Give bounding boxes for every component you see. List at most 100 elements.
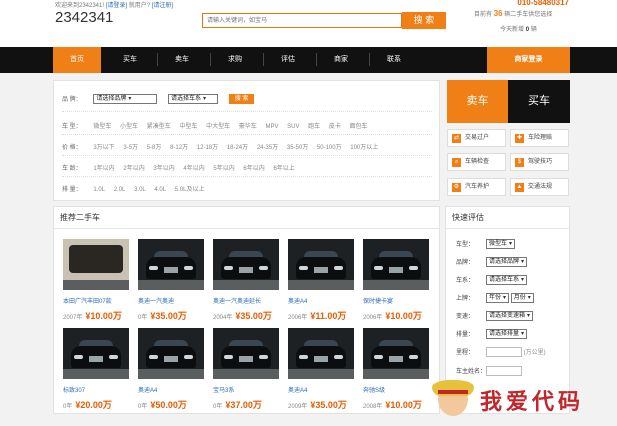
price-option[interactable]: 100万以上 (350, 145, 378, 151)
service-maintenance[interactable]: ⚙ 汽车养护 (447, 178, 506, 196)
car-card[interactable]: 奥迪一汽奥迪 0年 ¥35.00万 (138, 239, 204, 322)
car-photo[interactable] (63, 328, 129, 379)
car-name[interactable]: 本田广汽丰田07款 (63, 296, 129, 305)
car-name[interactable]: 标致307 (63, 385, 129, 394)
car-card[interactable]: 奥迪一汽奥迪延长 2004年 ¥35.00万 (213, 239, 279, 322)
price-option[interactable]: 35-50万 (287, 145, 308, 151)
car-photo[interactable] (213, 328, 279, 379)
nav-dealers[interactable]: 商家 (317, 47, 365, 73)
car-card[interactable]: 奥迪A4 2009年 ¥35.00万 (288, 328, 354, 411)
car-name[interactable]: 宝马3系 (213, 385, 279, 394)
sell-car-tab[interactable]: 卖车 (447, 80, 508, 123)
search-input[interactable] (204, 14, 400, 27)
val-year-select[interactable]: 年份 (486, 293, 510, 304)
service-transfer[interactable]: ⇄ 交易过户 (447, 129, 506, 147)
car-photo[interactable] (213, 239, 279, 290)
displacement-option[interactable]: 1.0L (93, 187, 105, 193)
nav-sell[interactable]: 卖车 (158, 47, 206, 73)
brand-select[interactable]: 请选择品牌 (93, 94, 158, 105)
car-photo[interactable] (363, 328, 429, 379)
age-option[interactable]: 1年以内 (93, 166, 114, 172)
filter-search-button[interactable]: 搜 索 (228, 94, 255, 105)
price-option[interactable]: 3万以下 (93, 145, 114, 151)
age-option[interactable]: 6年以上 (273, 166, 294, 172)
car-card[interactable]: 标致307 0年 ¥20.00万 (63, 328, 129, 411)
car-photo[interactable] (138, 239, 204, 290)
car-photo[interactable] (288, 239, 354, 290)
service-inspection[interactable]: ⌕ 车辆检查 (447, 153, 506, 171)
car-price: ¥10.00万 (385, 311, 422, 321)
price-option[interactable]: 24-35万 (257, 145, 278, 151)
nav-contact[interactable]: 联系 (370, 47, 418, 73)
displacement-option[interactable]: 3.0L (134, 187, 146, 193)
car-photo[interactable] (363, 239, 429, 290)
val-type-label: 车型： (456, 242, 475, 248)
price-option[interactable]: 5-8万 (147, 145, 162, 151)
displacement-option[interactable]: 2.0L (114, 187, 126, 193)
series-select[interactable]: 请选择车系 (168, 94, 219, 105)
val-month-select[interactable]: 月份 (510, 293, 534, 304)
type-option[interactable]: MPV (265, 124, 278, 130)
site-logo[interactable]: 2342341 (55, 9, 113, 26)
val-type-select[interactable]: 微型车 (486, 239, 516, 250)
owner-name-input[interactable] (486, 366, 522, 377)
buy-car-tab[interactable]: 买车 (508, 80, 570, 123)
nav-wanted[interactable]: 求购 (211, 47, 259, 73)
car-photo[interactable] (288, 328, 354, 379)
car-card[interactable]: 奥迪A4 2006年 ¥11.00万 (288, 239, 354, 322)
type-option[interactable]: 跑车 (308, 124, 320, 130)
price-option[interactable]: 8-12万 (170, 145, 188, 151)
nav-home[interactable]: 首页 (53, 47, 101, 73)
car-card[interactable]: 奔驰S级 2008年 ¥10.00万 (363, 328, 429, 411)
mileage-input[interactable] (486, 347, 522, 358)
age-option[interactable]: 3年以内 (153, 166, 174, 172)
nav-evaluate[interactable]: 评估 (264, 47, 312, 73)
age-option[interactable]: 5年以内 (213, 166, 234, 172)
service-claims[interactable]: ✚ 车险理赔 (510, 129, 569, 147)
price-option[interactable]: 50-100万 (317, 145, 342, 151)
displacement-option[interactable]: 5.0L及以上 (175, 187, 205, 193)
dealer-login-button[interactable]: 商家登录 (487, 47, 570, 73)
car-photo[interactable] (63, 239, 129, 290)
val-series-select[interactable]: 请选择车系 (486, 275, 528, 286)
car-card[interactable]: 本田广汽丰田07款 2007年 ¥10.00万 (63, 239, 129, 322)
car-year: 0年 (213, 404, 223, 410)
type-option[interactable]: 皮卡 (329, 124, 341, 130)
type-option[interactable]: 微型车 (93, 124, 111, 130)
car-card[interactable]: 保时捷卡宴 2006年 ¥10.00万 (363, 239, 429, 322)
type-option[interactable]: 小型车 (120, 124, 138, 130)
type-option[interactable]: 紧凑型车 (147, 124, 171, 130)
car-name[interactable]: 奥迪A4 (138, 385, 204, 394)
val-gear-select[interactable]: 请选择变速箱 (486, 311, 534, 322)
car-name[interactable]: 奥迪一汽奥迪延长 (213, 296, 279, 305)
car-photo[interactable] (138, 328, 204, 379)
type-option[interactable]: 豪华车 (239, 124, 257, 130)
displacement-option[interactable]: 4.0L (154, 187, 166, 193)
car-name[interactable]: 奥迪A4 (288, 385, 354, 394)
service-traffic-law[interactable]: ▲ 交通法规 (510, 178, 569, 196)
price-option[interactable]: 12-18万 (197, 145, 218, 151)
car-name[interactable]: 奥迪一汽奥迪 (138, 296, 204, 305)
val-displacement-select[interactable]: 请选择排量 (486, 329, 528, 340)
car-card[interactable]: 宝马3系 0年 ¥37.00万 (213, 328, 279, 411)
type-option[interactable]: 面包车 (350, 124, 368, 130)
val-owner-label: 车主姓名： (456, 369, 487, 375)
price-option[interactable]: 3-5万 (123, 145, 138, 151)
watermark-text: 我爱代码 (480, 390, 585, 415)
age-option[interactable]: 6年以内 (243, 166, 264, 172)
type-option[interactable]: 中大型车 (206, 124, 230, 130)
car-name[interactable]: 奥迪A4 (288, 296, 354, 305)
car-name[interactable]: 奔驰S级 (363, 385, 429, 394)
service-driving-tips[interactable]: $ 驾驶技巧 (510, 153, 569, 171)
val-brand-select[interactable]: 请选择品牌 (486, 257, 528, 268)
car-name[interactable]: 保时捷卡宴 (363, 296, 429, 305)
price-option[interactable]: 18-24万 (227, 145, 248, 151)
age-option[interactable]: 4年以内 (183, 166, 204, 172)
welcome-text: 欢迎来到2342341! [请登录] 就用户? [请注册] (55, 0, 173, 9)
type-option[interactable]: SUV (287, 124, 299, 130)
car-card[interactable]: 奥迪A4 0年 ¥50.00万 (138, 328, 204, 411)
age-option[interactable]: 2年以内 (123, 166, 144, 172)
nav-buy[interactable]: 买车 (106, 47, 154, 73)
type-option[interactable]: 中型车 (179, 124, 197, 130)
search-button[interactable]: 搜 索 (402, 12, 446, 29)
